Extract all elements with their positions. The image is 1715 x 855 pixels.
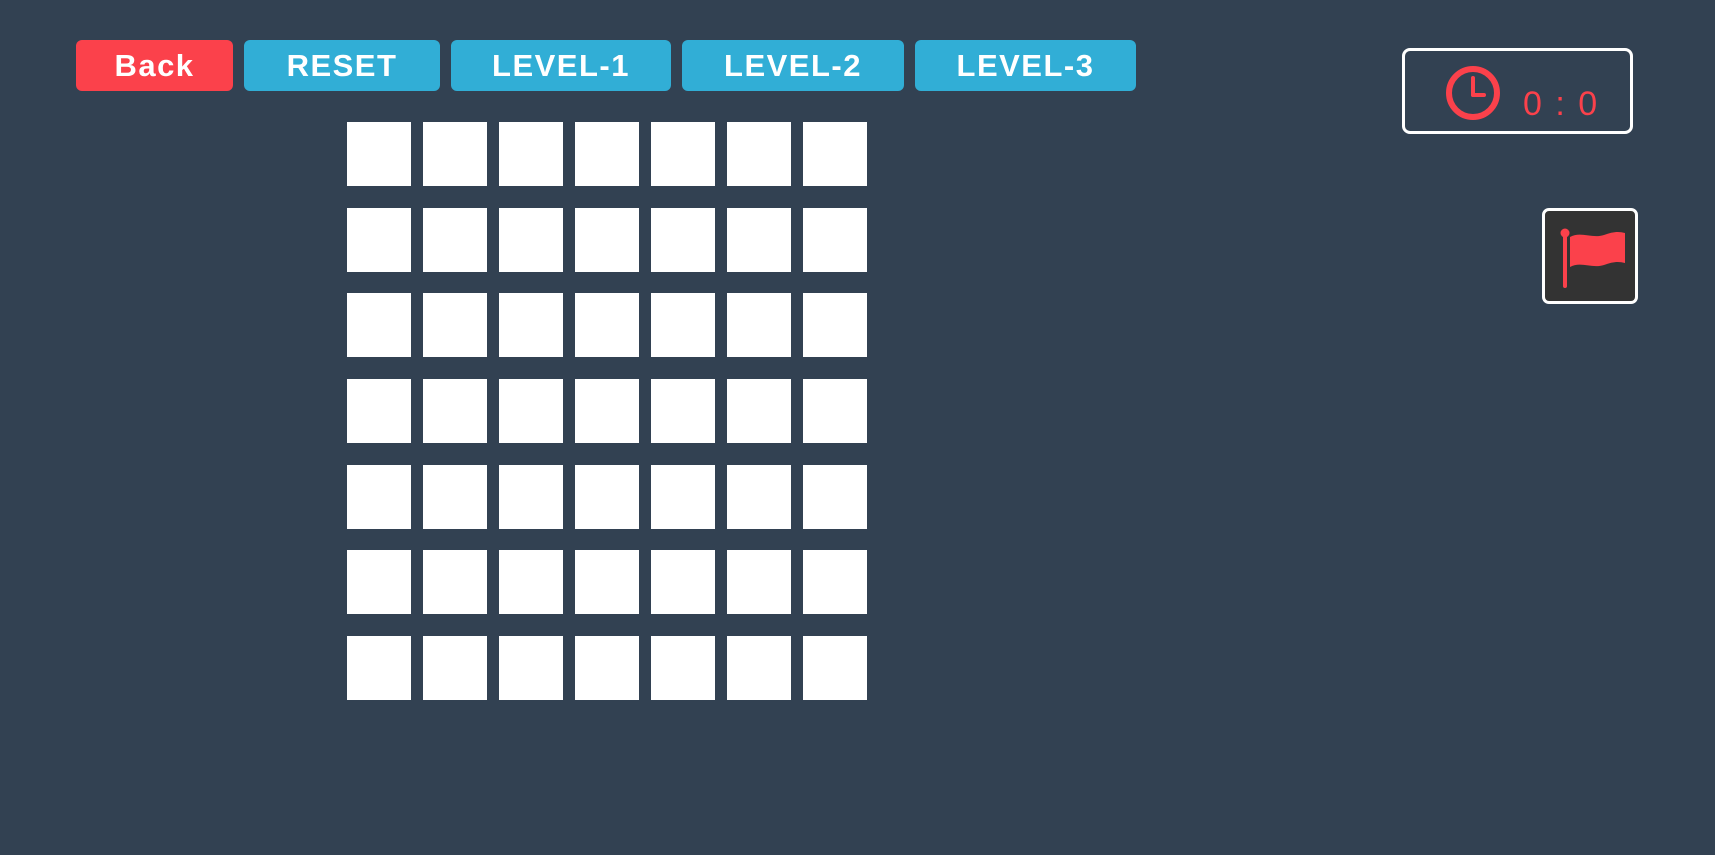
board-cell[interactable] (423, 636, 487, 701)
board-cell[interactable] (727, 122, 791, 186)
board-cell[interactable] (651, 207, 715, 272)
board-cell[interactable] (727, 379, 791, 444)
board-cell[interactable] (575, 550, 639, 615)
board-cell[interactable] (575, 293, 639, 358)
board-cell[interactable] (423, 550, 487, 615)
board-cell[interactable] (651, 379, 715, 444)
board-cell[interactable] (499, 464, 563, 529)
board-cell[interactable] (651, 550, 715, 615)
board-cell[interactable] (575, 379, 639, 444)
board-cell[interactable] (575, 636, 639, 701)
board-cell[interactable] (651, 636, 715, 701)
timer-display: 0 : 0 (1402, 48, 1633, 134)
level-3-button[interactable]: LEVEL-3 (915, 40, 1136, 91)
timer-text: 0 : 0 (1523, 85, 1600, 123)
board-cell[interactable] (423, 464, 487, 529)
board-cell[interactable] (575, 122, 639, 186)
board-cell[interactable] (423, 207, 487, 272)
board-cell[interactable] (499, 379, 563, 444)
board-cell[interactable] (803, 550, 867, 615)
board-cell[interactable] (347, 636, 411, 701)
board-cell[interactable] (499, 122, 563, 186)
board-cell[interactable] (803, 636, 867, 701)
board-cell[interactable] (499, 636, 563, 701)
clock-icon (1446, 66, 1500, 120)
board-cell[interactable] (727, 550, 791, 615)
board-cell[interactable] (803, 464, 867, 529)
board-cell[interactable] (575, 464, 639, 529)
board-cell[interactable] (727, 636, 791, 701)
board-cell[interactable] (423, 379, 487, 444)
board-cell[interactable] (651, 122, 715, 186)
board-cell[interactable] (423, 122, 487, 186)
board-cell[interactable] (347, 464, 411, 529)
board-cell[interactable] (347, 207, 411, 272)
board-cell[interactable] (727, 464, 791, 529)
board-cell[interactable] (347, 379, 411, 444)
level-1-button[interactable]: LEVEL-1 (451, 40, 671, 91)
reset-button[interactable]: RESET (244, 40, 440, 91)
board-cell[interactable] (727, 207, 791, 272)
board-cell[interactable] (803, 207, 867, 272)
flag-icon (1560, 228, 1625, 288)
board-cell[interactable] (347, 550, 411, 615)
board-cell[interactable] (347, 122, 411, 186)
back-button[interactable]: Back (76, 40, 233, 91)
board-cell[interactable] (499, 207, 563, 272)
game-board (347, 122, 867, 701)
board-cell[interactable] (803, 122, 867, 186)
board-cell[interactable] (651, 464, 715, 529)
board-cell[interactable] (575, 207, 639, 272)
board-cell[interactable] (347, 293, 411, 358)
board-cell[interactable] (803, 293, 867, 358)
board-cell[interactable] (727, 293, 791, 358)
flag-mode-button[interactable] (1542, 208, 1638, 304)
toolbar: Back RESET LEVEL-1 LEVEL-2 LEVEL-3 (76, 40, 1136, 91)
board-cell[interactable] (499, 550, 563, 615)
board-cell[interactable] (499, 293, 563, 358)
level-2-button[interactable]: LEVEL-2 (682, 40, 904, 91)
board-cell[interactable] (651, 293, 715, 358)
board-cell[interactable] (803, 379, 867, 444)
board-cell[interactable] (423, 293, 487, 358)
